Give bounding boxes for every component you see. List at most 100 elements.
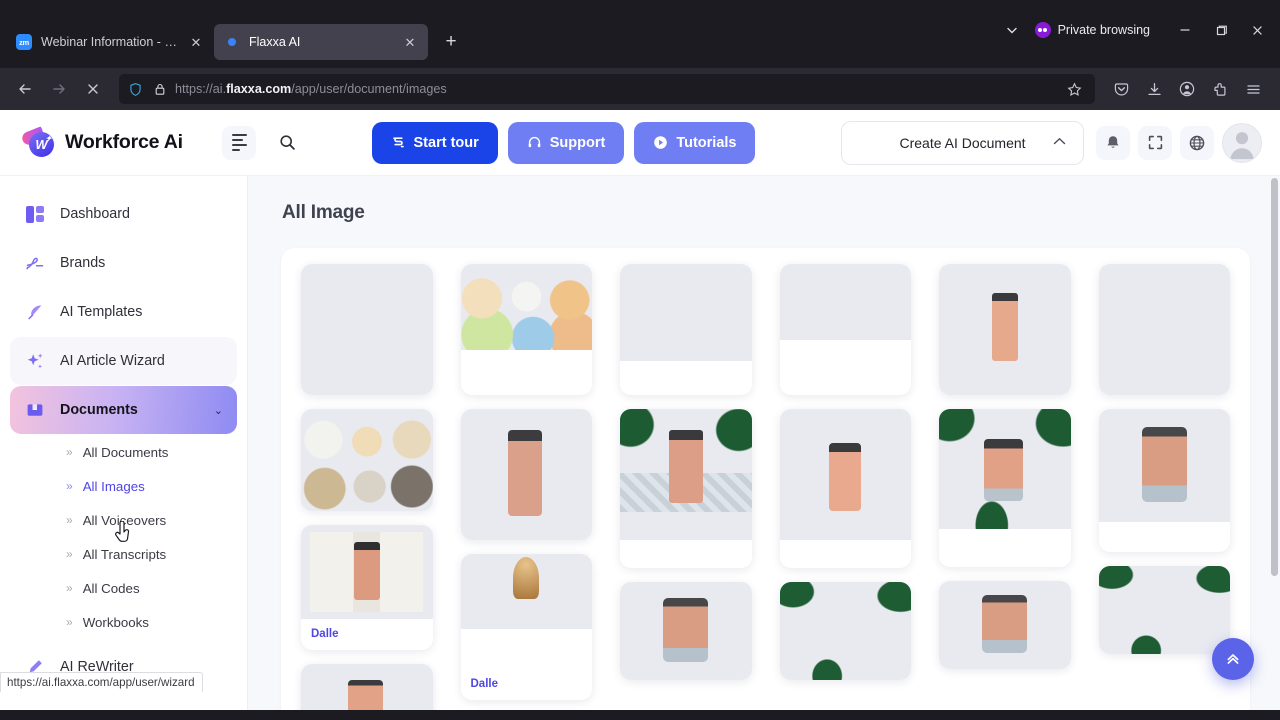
sidebar-item-label: Brands bbox=[60, 255, 106, 271]
image-card[interactable] bbox=[301, 264, 433, 395]
sidebar-item-documents[interactable]: Documents ⌄ bbox=[10, 386, 237, 434]
back-button[interactable] bbox=[9, 74, 41, 104]
scroll-to-top-button[interactable] bbox=[1212, 638, 1254, 680]
image-card[interactable] bbox=[1098, 566, 1230, 654]
search-icon[interactable] bbox=[270, 126, 304, 160]
image-thumbnail[interactable] bbox=[460, 554, 592, 629]
image-thumbnail[interactable] bbox=[460, 264, 592, 350]
private-browsing-indicator: Private browsing bbox=[1034, 22, 1150, 38]
globe-icon[interactable] bbox=[1180, 125, 1214, 160]
sidebar-item-brands[interactable]: Brands bbox=[10, 239, 237, 287]
sidebar-item-label: Documents bbox=[60, 402, 138, 418]
sidebar-subitem-all-images[interactable]: » All Images bbox=[20, 469, 237, 503]
forward-button[interactable] bbox=[43, 74, 75, 104]
image-thumbnail[interactable] bbox=[301, 264, 433, 395]
url-bar[interactable]: https://ai.flaxxa.com/app/user/document/… bbox=[119, 74, 1095, 104]
shield-icon[interactable] bbox=[127, 81, 144, 98]
image-card[interactable] bbox=[779, 264, 911, 395]
feather-icon bbox=[24, 302, 46, 322]
list-all-tabs-icon[interactable] bbox=[997, 15, 1027, 45]
browser-tools bbox=[1105, 74, 1271, 104]
sidebar-subitem-label: All Transcripts bbox=[82, 546, 167, 562]
header-right-icons bbox=[1096, 122, 1262, 163]
image-card[interactable] bbox=[301, 664, 433, 710]
image-card[interactable]: Dalle bbox=[301, 525, 433, 650]
browser-tab-flaxxa[interactable]: Flaxxa AI ✕ bbox=[214, 24, 428, 60]
image-thumbnail[interactable] bbox=[301, 409, 433, 511]
window-close-button[interactable] bbox=[1240, 14, 1274, 46]
image-card[interactable] bbox=[460, 264, 592, 395]
start-tour-button[interactable]: Start tour bbox=[371, 121, 498, 164]
sidebar: Dashboard Brands AI Templates AI Article… bbox=[0, 176, 248, 710]
image-card[interactable] bbox=[939, 264, 1071, 395]
grid-column bbox=[939, 264, 1071, 710]
url-domain: flaxxa.com bbox=[226, 82, 292, 96]
app-body: Dashboard Brands AI Templates AI Article… bbox=[0, 176, 1280, 710]
image-thumbnail[interactable] bbox=[779, 582, 911, 680]
page-title: All Image bbox=[282, 202, 365, 223]
image-card[interactable] bbox=[1098, 264, 1230, 395]
sidebar-item-ai-templates[interactable]: AI Templates bbox=[10, 288, 237, 336]
image-card[interactable] bbox=[779, 409, 911, 568]
extensions-icon[interactable] bbox=[1204, 74, 1236, 104]
browser-tab-zoom[interactable]: zm Webinar Information - Zoom ✕ bbox=[6, 24, 214, 60]
window-minimize-button[interactable] bbox=[1168, 14, 1202, 46]
image-thumbnail[interactable] bbox=[939, 581, 1071, 669]
image-thumbnail[interactable] bbox=[779, 409, 911, 540]
image-card[interactable] bbox=[939, 581, 1071, 669]
grid-column: Dalle bbox=[460, 264, 592, 710]
folder-icon bbox=[24, 400, 46, 420]
image-thumbnail[interactable] bbox=[939, 409, 1071, 529]
image-card[interactable]: Dalle bbox=[460, 554, 592, 700]
new-tab-button[interactable]: + bbox=[436, 27, 466, 57]
image-card[interactable] bbox=[779, 582, 911, 680]
image-card[interactable] bbox=[939, 409, 1071, 567]
image-thumbnail[interactable] bbox=[620, 409, 752, 540]
window-maximize-button[interactable] bbox=[1204, 14, 1238, 46]
image-thumbnail[interactable] bbox=[301, 525, 433, 619]
image-thumbnail[interactable] bbox=[301, 664, 433, 710]
sidebar-item-ai-article-wizard[interactable]: AI Article Wizard bbox=[10, 337, 237, 385]
bookmark-star-icon[interactable] bbox=[1061, 76, 1087, 102]
tab-close-icon[interactable]: ✕ bbox=[186, 32, 206, 52]
sidebar-subitem-all-documents[interactable]: » All Documents bbox=[20, 435, 237, 469]
menu-icon[interactable] bbox=[222, 125, 256, 160]
image-thumbnail[interactable] bbox=[460, 409, 592, 540]
chevron-double-right-icon: » bbox=[66, 547, 73, 561]
image-thumbnail[interactable] bbox=[1098, 409, 1230, 522]
image-card[interactable] bbox=[460, 409, 592, 540]
image-card[interactable] bbox=[1098, 409, 1230, 552]
image-card[interactable] bbox=[301, 409, 433, 511]
fullscreen-icon[interactable] bbox=[1138, 125, 1172, 160]
image-thumbnail[interactable] bbox=[779, 264, 911, 340]
sparkle-icon bbox=[24, 351, 46, 371]
image-thumbnail[interactable] bbox=[939, 264, 1071, 395]
tab-close-icon[interactable]: ✕ bbox=[400, 32, 420, 52]
image-thumbnail[interactable] bbox=[1098, 566, 1230, 654]
sidebar-subitem-all-codes[interactable]: » All Codes bbox=[20, 571, 237, 605]
page-scrollbar[interactable] bbox=[1271, 178, 1278, 576]
sidebar-item-dashboard[interactable]: Dashboard bbox=[10, 190, 237, 238]
image-thumbnail[interactable] bbox=[620, 264, 752, 361]
sidebar-subitem-label: All Codes bbox=[82, 580, 140, 596]
downloads-icon[interactable] bbox=[1138, 74, 1170, 104]
image-thumbnail[interactable] bbox=[1098, 264, 1230, 395]
tutorials-button[interactable]: Tutorials bbox=[634, 121, 756, 164]
lock-icon[interactable] bbox=[151, 81, 168, 98]
support-button[interactable]: Support bbox=[507, 121, 625, 164]
pocket-icon[interactable] bbox=[1105, 74, 1137, 104]
avatar[interactable] bbox=[1222, 122, 1262, 163]
bell-icon[interactable] bbox=[1096, 125, 1130, 160]
stop-loading-button[interactable] bbox=[77, 74, 109, 104]
image-card[interactable] bbox=[620, 264, 752, 395]
sidebar-subitem-workbooks[interactable]: » Workbooks bbox=[20, 605, 237, 639]
account-icon[interactable] bbox=[1171, 74, 1203, 104]
create-ai-document-dropdown[interactable]: Create AI Document bbox=[841, 120, 1084, 165]
mouse-cursor bbox=[113, 520, 135, 547]
brand-logo-block[interactable]: W ✦ Workforce Ai bbox=[20, 125, 222, 158]
image-thumbnail[interactable] bbox=[620, 582, 752, 680]
url-path: /app/user/document/images bbox=[291, 82, 447, 96]
image-card[interactable] bbox=[620, 582, 752, 680]
image-card[interactable] bbox=[620, 409, 752, 568]
app-menu-icon[interactable] bbox=[1237, 74, 1269, 104]
